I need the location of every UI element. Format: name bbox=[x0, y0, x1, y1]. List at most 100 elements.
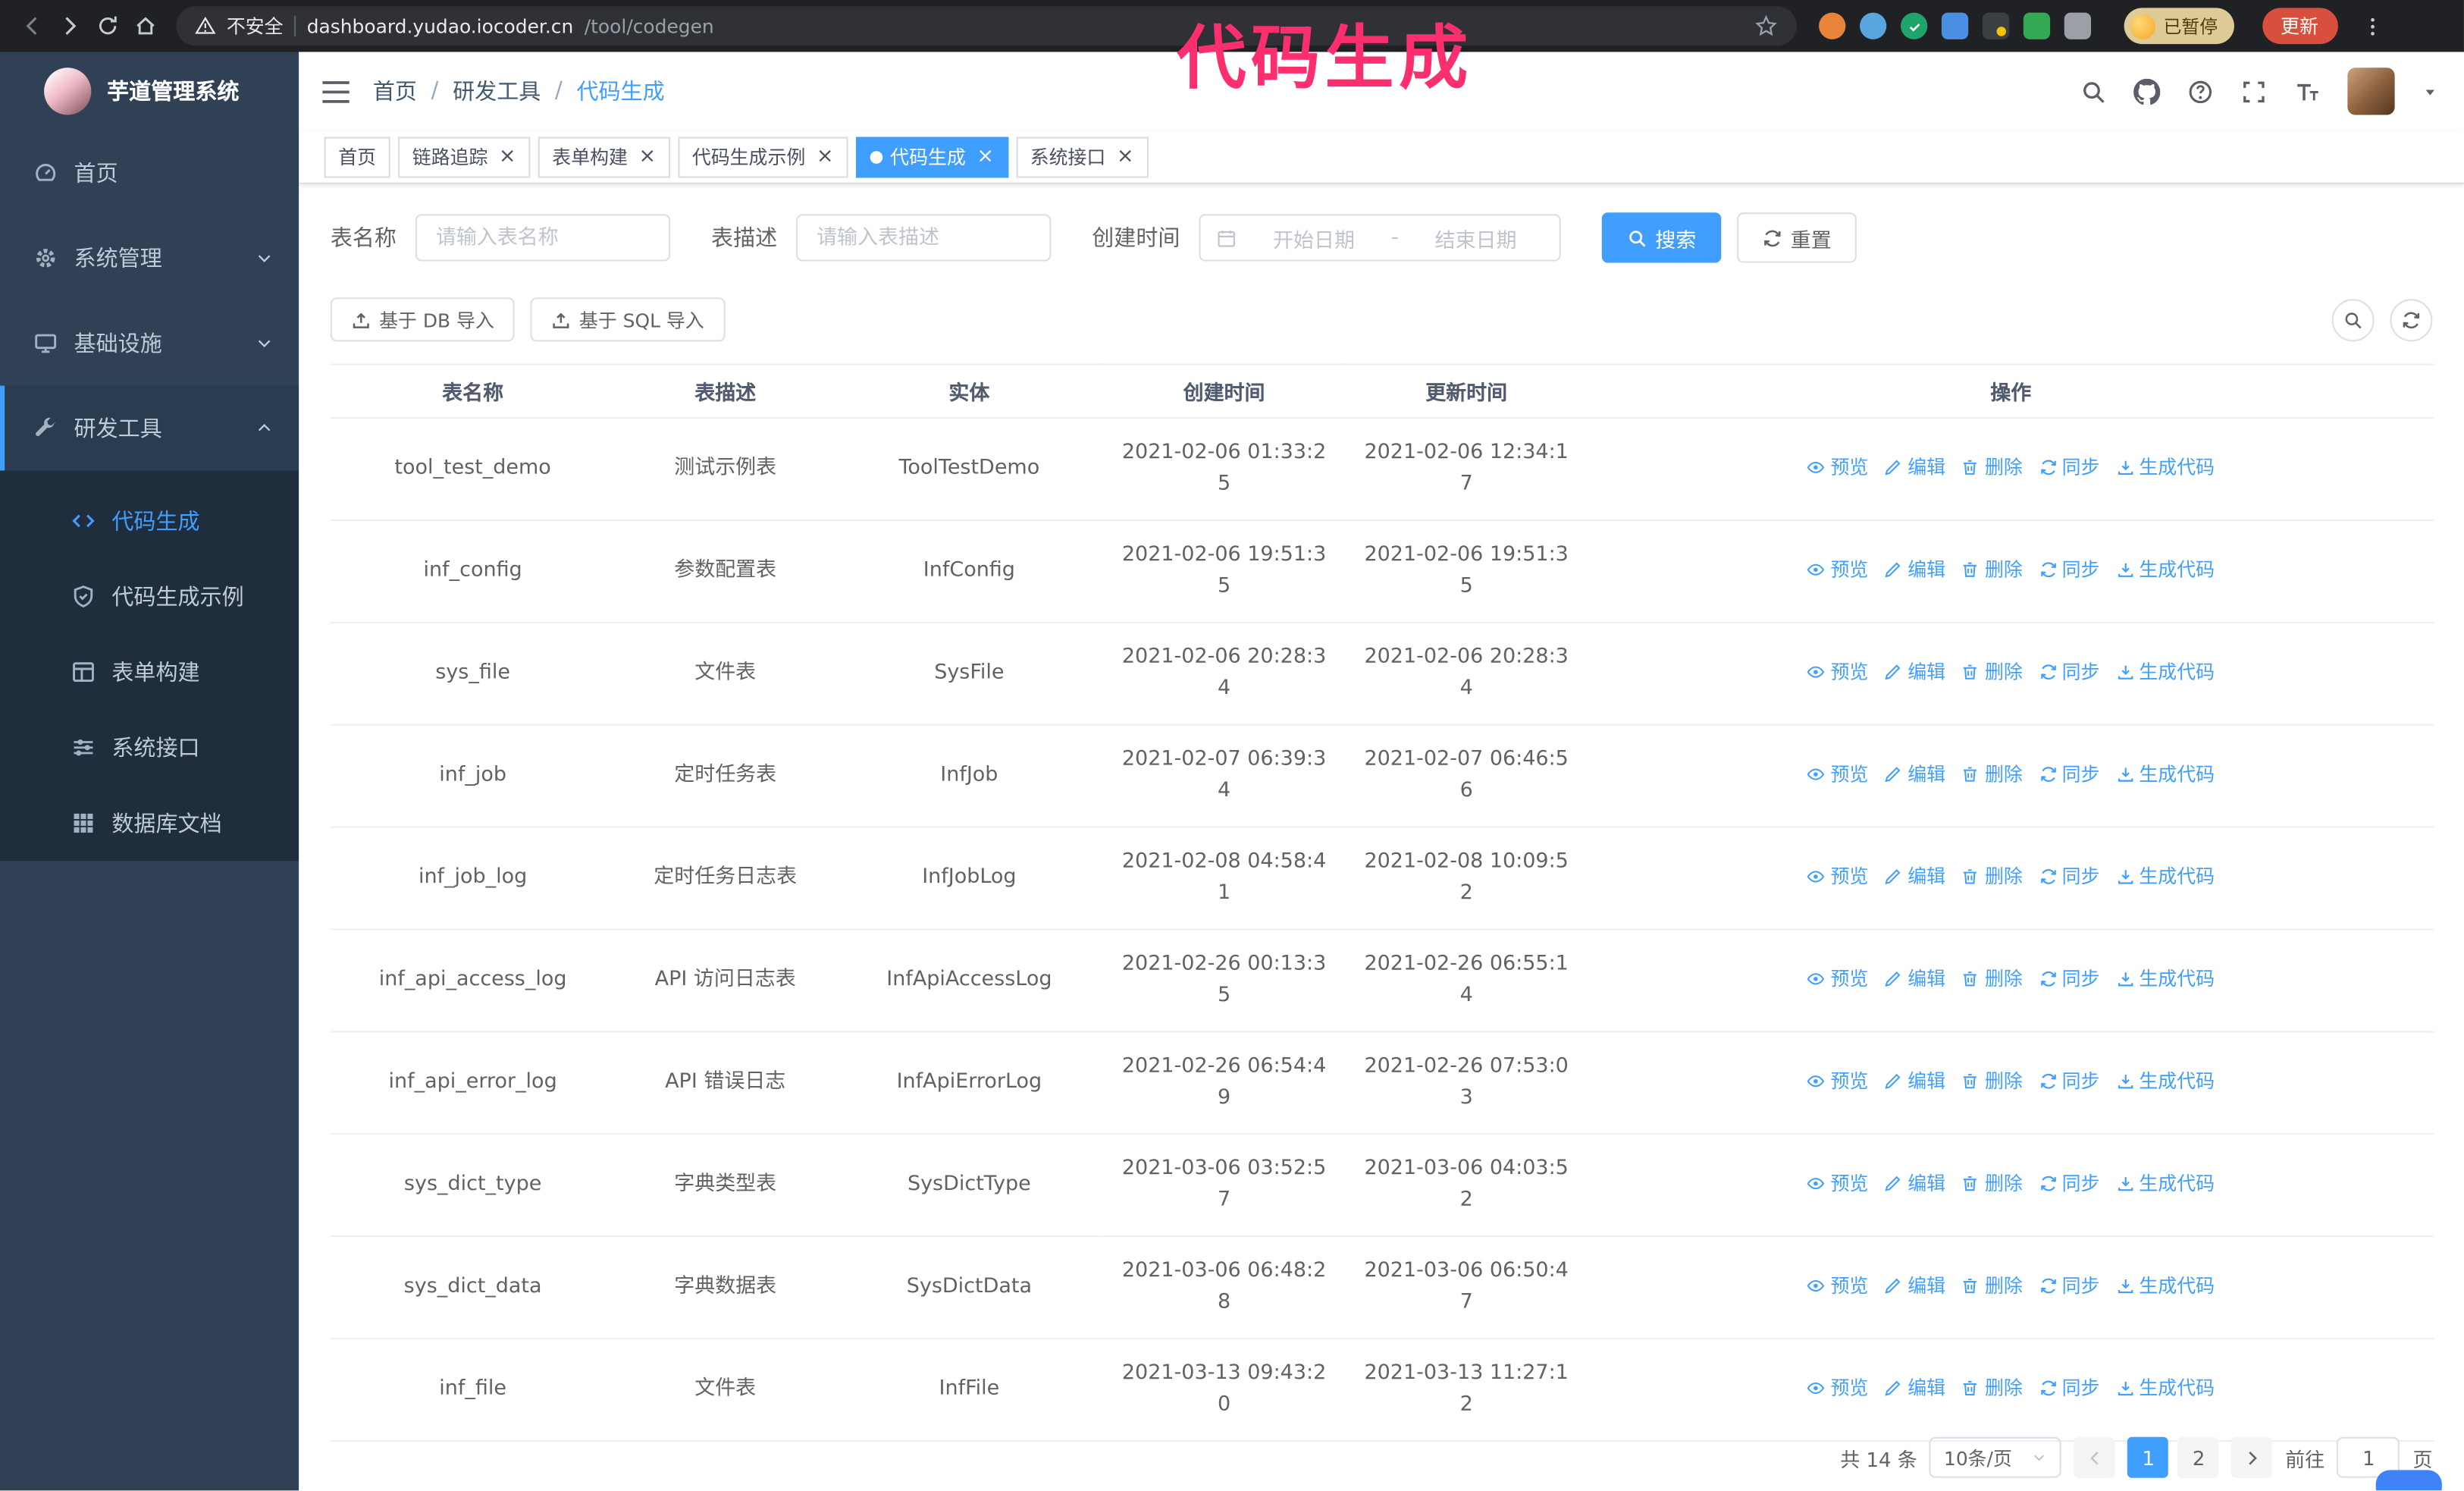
search-button[interactable]: 搜索 bbox=[1601, 212, 1722, 263]
extension-icon[interactable] bbox=[1819, 12, 1846, 39]
row-action-edit[interactable]: 编辑 bbox=[1884, 1270, 1945, 1301]
refresh-table-button[interactable] bbox=[2390, 298, 2433, 341]
row-action-sync[interactable]: 同步 bbox=[2039, 1065, 2100, 1097]
import-db-button[interactable]: 基于 DB 导入 bbox=[330, 297, 515, 342]
close-icon[interactable]: × bbox=[977, 146, 994, 167]
row-action-edit[interactable]: 编辑 bbox=[1884, 1372, 1945, 1404]
row-action-edit[interactable]: 编辑 bbox=[1884, 655, 1945, 687]
row-action-edit[interactable]: 编辑 bbox=[1884, 962, 1945, 994]
submenu-item-system-api[interactable]: 系统接口 bbox=[0, 710, 299, 786]
tab-codegen[interactable]: 代码生成 × bbox=[855, 136, 1008, 177]
hamburger-icon[interactable] bbox=[321, 78, 350, 105]
row-action-generate[interactable]: 生成代码 bbox=[2115, 1270, 2215, 1301]
row-action-delete[interactable]: 删除 bbox=[1961, 860, 2023, 892]
breadcrumb-home[interactable]: 首页 bbox=[373, 76, 417, 108]
row-action-edit[interactable]: 编辑 bbox=[1884, 553, 1945, 585]
row-action-delete[interactable]: 删除 bbox=[1961, 758, 2023, 789]
table-desc-input[interactable] bbox=[796, 214, 1052, 262]
row-action-edit[interactable]: 编辑 bbox=[1884, 1167, 1945, 1199]
row-action-preview[interactable]: 预览 bbox=[1807, 860, 1868, 892]
app-logo[interactable]: 芋道管理系统 bbox=[0, 52, 299, 130]
row-action-preview[interactable]: 预览 bbox=[1807, 451, 1868, 483]
row-action-sync[interactable]: 同步 bbox=[2039, 1167, 2100, 1199]
caret-down-icon[interactable] bbox=[2422, 83, 2439, 100]
help-icon[interactable] bbox=[2187, 78, 2214, 105]
row-action-delete[interactable]: 删除 bbox=[1961, 1270, 2023, 1301]
row-action-edit[interactable]: 编辑 bbox=[1884, 451, 1945, 483]
font-size-icon[interactable] bbox=[2294, 78, 2321, 105]
row-action-delete[interactable]: 删除 bbox=[1961, 451, 2023, 483]
prev-page-button[interactable] bbox=[2074, 1436, 2116, 1478]
close-icon[interactable]: × bbox=[638, 146, 656, 167]
bookmark-star-icon[interactable] bbox=[1754, 14, 1778, 38]
row-action-preview[interactable]: 预览 bbox=[1807, 1372, 1868, 1404]
row-action-generate[interactable]: 生成代码 bbox=[2115, 860, 2215, 892]
page-button-1[interactable]: 1 bbox=[2127, 1436, 2169, 1478]
submenu-item-codegen[interactable]: 代码生成 bbox=[0, 483, 299, 559]
row-action-preview[interactable]: 预览 bbox=[1807, 962, 1868, 994]
sidebar-item-system-management[interactable]: 系统管理 bbox=[0, 215, 299, 300]
sidebar-item-dev-tools[interactable]: 研发工具 bbox=[0, 385, 299, 471]
update-button[interactable]: 更新 bbox=[2262, 8, 2337, 45]
extension-icon[interactable] bbox=[1982, 12, 2010, 39]
row-action-sync[interactable]: 同步 bbox=[2039, 655, 2100, 687]
tab-codegen-example[interactable]: 代码生成示例 × bbox=[678, 136, 848, 177]
forward-button[interactable] bbox=[50, 7, 88, 45]
row-action-preview[interactable]: 预览 bbox=[1807, 1167, 1868, 1199]
row-action-delete[interactable]: 删除 bbox=[1961, 655, 2023, 687]
row-action-edit[interactable]: 编辑 bbox=[1884, 1065, 1945, 1097]
row-action-delete[interactable]: 删除 bbox=[1961, 1065, 2023, 1097]
tab-form-builder[interactable]: 表单构建 × bbox=[538, 136, 670, 177]
row-action-delete[interactable]: 删除 bbox=[1961, 1372, 2023, 1404]
row-action-generate[interactable]: 生成代码 bbox=[2115, 655, 2215, 687]
row-action-generate[interactable]: 生成代码 bbox=[2115, 1065, 2215, 1097]
close-icon[interactable]: × bbox=[817, 146, 834, 167]
next-page-button[interactable] bbox=[2231, 1436, 2273, 1478]
submenu-item-db-doc[interactable]: 数据库文档 bbox=[0, 786, 299, 862]
toggle-search-button[interactable] bbox=[2331, 298, 2375, 341]
row-action-preview[interactable]: 预览 bbox=[1807, 1065, 1868, 1097]
row-action-sync[interactable]: 同步 bbox=[2039, 860, 2100, 892]
extension-icon[interactable] bbox=[1900, 12, 1928, 39]
row-action-sync[interactable]: 同步 bbox=[2039, 1270, 2100, 1301]
row-action-delete[interactable]: 删除 bbox=[1961, 1167, 2023, 1199]
row-action-sync[interactable]: 同步 bbox=[2039, 553, 2100, 585]
row-action-sync[interactable]: 同步 bbox=[2039, 1372, 2100, 1404]
breadcrumb-devtools[interactable]: 研发工具 bbox=[453, 76, 541, 108]
row-action-edit[interactable]: 编辑 bbox=[1884, 860, 1945, 892]
reload-button[interactable] bbox=[88, 7, 126, 45]
browser-menu-icon[interactable] bbox=[2361, 15, 2383, 37]
row-action-generate[interactable]: 生成代码 bbox=[2115, 553, 2215, 585]
reset-button[interactable]: 重置 bbox=[1737, 212, 1857, 263]
row-action-preview[interactable]: 预览 bbox=[1807, 553, 1868, 585]
extension-icon[interactable] bbox=[1860, 12, 1887, 39]
row-action-delete[interactable]: 删除 bbox=[1961, 962, 2023, 994]
home-button[interactable] bbox=[126, 7, 164, 45]
github-icon[interactable] bbox=[2133, 77, 2161, 105]
page-button-2[interactable]: 2 bbox=[2178, 1436, 2220, 1478]
row-action-generate[interactable]: 生成代码 bbox=[2115, 451, 2215, 483]
user-avatar[interactable] bbox=[2347, 67, 2395, 115]
tab-system-api[interactable]: 系统接口 × bbox=[1016, 136, 1149, 177]
sidebar-item-home[interactable]: 首页 bbox=[0, 130, 299, 215]
extension-icon[interactable] bbox=[2023, 12, 2051, 39]
row-action-preview[interactable]: 预览 bbox=[1807, 655, 1868, 687]
search-icon[interactable] bbox=[2080, 78, 2107, 105]
table-name-input[interactable] bbox=[415, 214, 671, 262]
row-action-generate[interactable]: 生成代码 bbox=[2115, 758, 2215, 789]
row-action-generate[interactable]: 生成代码 bbox=[2115, 1372, 2215, 1404]
tab-tracer[interactable]: 链路追踪 × bbox=[398, 136, 531, 177]
row-action-generate[interactable]: 生成代码 bbox=[2115, 962, 2215, 994]
row-action-generate[interactable]: 生成代码 bbox=[2115, 1167, 2215, 1199]
row-action-preview[interactable]: 预览 bbox=[1807, 1270, 1868, 1301]
close-icon[interactable]: × bbox=[1117, 146, 1134, 167]
row-action-preview[interactable]: 预览 bbox=[1807, 758, 1868, 789]
row-action-edit[interactable]: 编辑 bbox=[1884, 758, 1945, 789]
submenu-item-form-builder[interactable]: 表单构建 bbox=[0, 634, 299, 710]
row-action-sync[interactable]: 同步 bbox=[2039, 451, 2100, 483]
tab-home[interactable]: 首页 bbox=[324, 136, 390, 177]
close-icon[interactable]: × bbox=[499, 146, 516, 167]
row-action-delete[interactable]: 删除 bbox=[1961, 553, 2023, 585]
import-sql-button[interactable]: 基于 SQL 导入 bbox=[530, 297, 725, 342]
date-range-picker[interactable]: 开始日期 - 结束日期 bbox=[1199, 214, 1561, 262]
